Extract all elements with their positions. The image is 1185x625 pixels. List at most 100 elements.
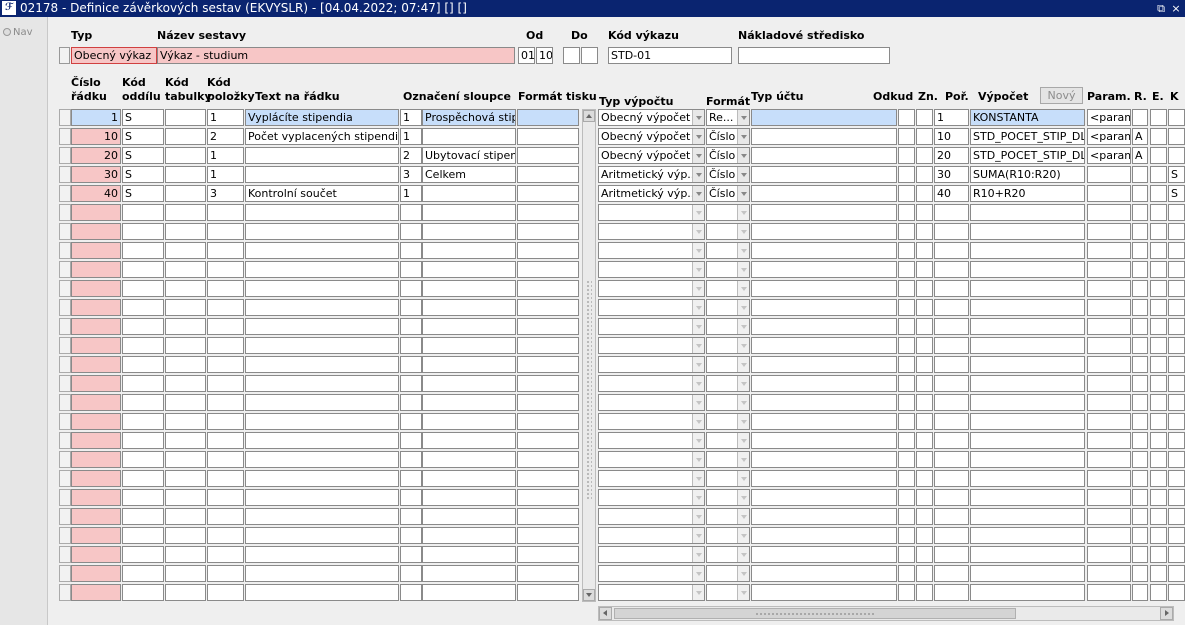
cell-zn[interactable] — [916, 337, 933, 354]
cell-text[interactable] — [245, 394, 399, 411]
cell-text[interactable] — [245, 527, 399, 544]
cell-e[interactable] — [1150, 318, 1167, 335]
cell-ind[interactable] — [59, 299, 71, 316]
dropdown-arrow-icon[interactable] — [692, 167, 704, 182]
scroll-down-icon[interactable] — [583, 589, 595, 601]
cell-odkud[interactable] — [898, 128, 915, 145]
cell-typ-uctu[interactable] — [751, 147, 897, 164]
cell-param[interactable] — [1087, 185, 1131, 202]
cell-ozn2[interactable]: Prospěchová stipe — [422, 109, 516, 126]
cell-k[interactable] — [1168, 394, 1185, 411]
cell-param[interactable] — [1087, 356, 1131, 373]
cell-cislo[interactable] — [71, 508, 121, 525]
cell-odkud[interactable] — [898, 508, 915, 525]
cell-cislo[interactable]: 20 — [71, 147, 121, 164]
cell-param[interactable] — [1087, 261, 1131, 278]
cell-ind[interactable] — [59, 166, 71, 183]
cell-typ-uctu[interactable] — [751, 166, 897, 183]
cell-k[interactable] — [1168, 261, 1185, 278]
cell-cislo[interactable] — [71, 280, 121, 297]
cell-text[interactable] — [245, 299, 399, 316]
cell-param[interactable] — [1087, 451, 1131, 468]
cell-polozka[interactable] — [207, 318, 244, 335]
cell-ind[interactable] — [59, 318, 71, 335]
cell-param[interactable] — [1087, 508, 1131, 525]
cell-ozn2[interactable] — [422, 546, 516, 563]
cell-odkud[interactable] — [898, 413, 915, 430]
cell-typ-uctu[interactable] — [751, 204, 897, 221]
cell-k[interactable]: S — [1168, 185, 1185, 202]
cell-text[interactable] — [245, 318, 399, 335]
cell-param[interactable] — [1087, 413, 1131, 430]
cell-typ-uctu[interactable] — [751, 508, 897, 525]
cell-e[interactable] — [1150, 185, 1167, 202]
cell-text[interactable]: Kontrolní součet — [245, 185, 399, 202]
cell-ozn1[interactable] — [400, 261, 422, 278]
cell-por[interactable]: 30 — [934, 166, 969, 183]
dropdown-arrow-icon[interactable] — [737, 395, 749, 410]
cell-k[interactable] — [1168, 356, 1185, 373]
cell-typ-uctu[interactable] — [751, 109, 897, 126]
cell-ind[interactable] — [59, 223, 71, 240]
cell-param[interactable] — [1087, 318, 1131, 335]
cell-oddil[interactable] — [122, 489, 164, 506]
cell-polozka[interactable] — [207, 280, 244, 297]
cell-cislo[interactable] — [71, 261, 121, 278]
dropdown-arrow-icon[interactable] — [692, 509, 704, 524]
cell-por[interactable] — [934, 242, 969, 259]
dropdown-arrow-icon[interactable] — [737, 110, 749, 125]
cell-tabulka[interactable] — [165, 489, 206, 506]
cell-format[interactable] — [706, 451, 750, 468]
cell-oddil[interactable]: S — [122, 147, 164, 164]
dropdown-arrow-icon[interactable] — [692, 129, 704, 144]
cell-polozka[interactable]: 2 — [207, 128, 244, 145]
nazev-field[interactable]: Výkaz - studium — [157, 47, 515, 64]
cell-k[interactable] — [1168, 527, 1185, 544]
cell-r[interactable] — [1132, 318, 1148, 335]
cell-polozka[interactable] — [207, 337, 244, 354]
cell-ind[interactable] — [59, 147, 71, 164]
cell-ozn1[interactable] — [400, 508, 422, 525]
cell-por[interactable]: 20 — [934, 147, 969, 164]
cell-ozn1[interactable] — [400, 451, 422, 468]
cell-r[interactable]: A — [1132, 147, 1148, 164]
cell-odkud[interactable] — [898, 166, 915, 183]
cell-format[interactable] — [706, 242, 750, 259]
cell-format-tisku[interactable] — [517, 223, 579, 240]
cell-odkud[interactable] — [898, 356, 915, 373]
cell-zn[interactable] — [916, 489, 933, 506]
cell-typ-uctu[interactable] — [751, 546, 897, 563]
cell-oddil[interactable] — [122, 546, 164, 563]
cell-tabulka[interactable] — [165, 394, 206, 411]
dropdown-arrow-icon[interactable] — [737, 509, 749, 524]
cell-vypocet[interactable] — [970, 584, 1085, 601]
cell-ozn1[interactable] — [400, 470, 422, 487]
cell-vypocet[interactable] — [970, 413, 1085, 430]
do-field-1[interactable] — [563, 47, 580, 64]
cell-vypocet[interactable] — [970, 280, 1085, 297]
cell-por[interactable] — [934, 489, 969, 506]
cell-ozn2[interactable]: Ubytovací stipendia — [422, 147, 516, 164]
dropdown-arrow-icon[interactable] — [692, 566, 704, 581]
cell-typ-uctu[interactable] — [751, 584, 897, 601]
cell-r[interactable] — [1132, 375, 1148, 392]
cell-por[interactable] — [934, 223, 969, 240]
cell-ozn2[interactable] — [422, 242, 516, 259]
cell-e[interactable] — [1150, 299, 1167, 316]
cell-por[interactable] — [934, 546, 969, 563]
dropdown-arrow-icon[interactable] — [737, 186, 749, 201]
cell-zn[interactable] — [916, 394, 933, 411]
dropdown-arrow-icon[interactable] — [737, 566, 749, 581]
cell-text[interactable] — [245, 489, 399, 506]
cell-format-tisku[interactable] — [517, 166, 579, 183]
cell-por[interactable] — [934, 470, 969, 487]
cell-ozn2[interactable] — [422, 223, 516, 240]
cell-format[interactable] — [706, 546, 750, 563]
cell-typ-uctu[interactable] — [751, 185, 897, 202]
cell-zn[interactable] — [916, 432, 933, 449]
cell-format[interactable] — [706, 432, 750, 449]
cell-polozka[interactable] — [207, 394, 244, 411]
cell-ind[interactable] — [59, 432, 71, 449]
cell-r[interactable] — [1132, 299, 1148, 316]
cell-e[interactable] — [1150, 204, 1167, 221]
